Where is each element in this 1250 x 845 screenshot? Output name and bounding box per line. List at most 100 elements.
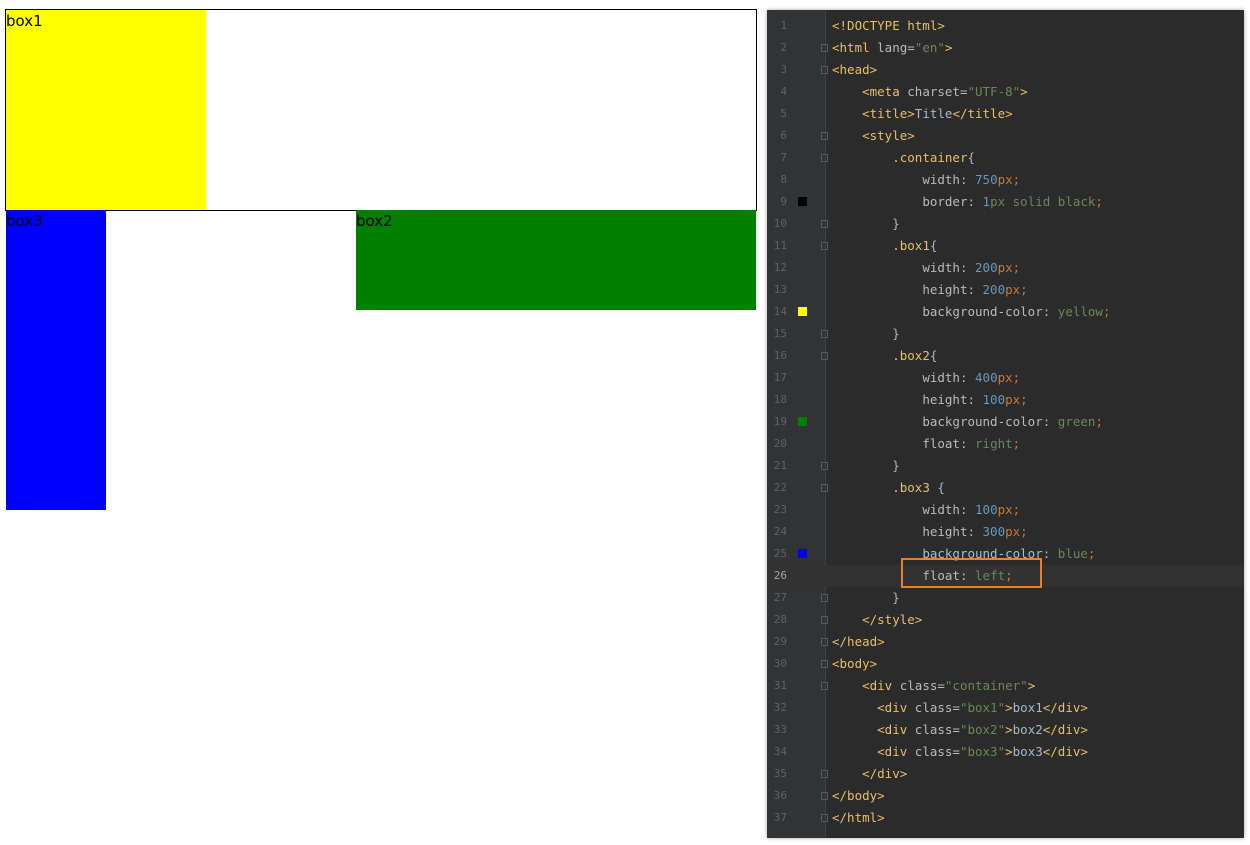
code-line[interactable]: 1 <!DOCTYPE html> bbox=[767, 15, 1244, 37]
code-line[interactable]: 31 <div class="container"> bbox=[767, 675, 1244, 697]
fold-marker-icon[interactable] bbox=[821, 66, 828, 74]
code-token: charset= bbox=[907, 84, 968, 99]
fold-marker-icon[interactable] bbox=[821, 462, 828, 470]
code-text: <meta charset="UTF-8"> bbox=[832, 81, 1028, 103]
code-token: box1 bbox=[1012, 700, 1043, 715]
code-text: <div class="box1">box1</div> bbox=[832, 697, 1088, 719]
code-line[interactable]: 12 width: 200px; bbox=[767, 257, 1244, 279]
highlight-annotation bbox=[901, 558, 1042, 588]
line-number: 23 bbox=[773, 503, 787, 516]
code-token: : bbox=[967, 392, 983, 407]
fold-marker-icon[interactable] bbox=[821, 638, 828, 646]
fold-marker-icon[interactable] bbox=[821, 242, 828, 250]
code-token: } bbox=[832, 590, 900, 605]
code-line[interactable]: 22 .box3 { bbox=[767, 477, 1244, 499]
line-number: 8 bbox=[780, 173, 787, 186]
code-line[interactable]: 35 </div> bbox=[767, 763, 1244, 785]
code-token: <html bbox=[832, 40, 878, 55]
code-line[interactable]: 24 height: 300px; bbox=[767, 521, 1244, 543]
code-editor[interactable]: 1 <!DOCTYPE html> 2 <html lang="en"> 3 <head>… bbox=[767, 10, 1244, 838]
code-line[interactable]: 8 width: 750px; bbox=[767, 169, 1244, 191]
code-line[interactable]: 27 } bbox=[767, 587, 1244, 609]
code-token: "UTF-8" bbox=[967, 84, 1021, 99]
color-swatch-icon[interactable] bbox=[798, 549, 807, 558]
code-line[interactable]: 37 </html> bbox=[767, 807, 1244, 829]
fold-marker-icon[interactable] bbox=[821, 352, 828, 360]
code-line[interactable]: 23 width: 100px; bbox=[767, 499, 1244, 521]
code-line[interactable]: 5 <title>Title</title> bbox=[767, 103, 1244, 125]
code-token: > bbox=[944, 40, 953, 55]
fold-marker-icon[interactable] bbox=[821, 44, 828, 52]
fold-marker-icon[interactable] bbox=[821, 660, 828, 668]
code-line[interactable]: 2 <html lang="en"> bbox=[767, 37, 1244, 59]
code-token: <title> bbox=[862, 106, 915, 121]
code-line[interactable]: 7 .container{ bbox=[767, 147, 1244, 169]
fold-marker-icon[interactable] bbox=[821, 220, 828, 228]
code-token: <div bbox=[877, 700, 915, 715]
code-token: > bbox=[1005, 744, 1013, 759]
line-number: 19 bbox=[773, 415, 787, 428]
fold-marker-icon[interactable] bbox=[821, 814, 828, 822]
color-swatch-icon[interactable] bbox=[798, 197, 807, 206]
code-token: : bbox=[967, 194, 983, 209]
line-number: 9 bbox=[780, 195, 787, 208]
code-token: Title bbox=[914, 106, 953, 121]
fold-marker-icon[interactable] bbox=[821, 792, 828, 800]
code-line[interactable]: 18 height: 100px; bbox=[767, 389, 1244, 411]
code-line[interactable]: 10 } bbox=[767, 213, 1244, 235]
code-line[interactable]: 4 <meta charset="UTF-8"> bbox=[767, 81, 1244, 103]
line-number: 18 bbox=[773, 393, 787, 406]
fold-marker-icon[interactable] bbox=[821, 132, 828, 140]
code-token: .container bbox=[892, 150, 968, 165]
code-token: : bbox=[1042, 546, 1058, 561]
code-line[interactable]: 32 <div class="box1">box1</div> bbox=[767, 697, 1244, 719]
code-line[interactable]: 3 <head> bbox=[767, 59, 1244, 81]
fold-marker-icon[interactable] bbox=[821, 616, 828, 624]
code-line[interactable]: 30 <body> bbox=[767, 653, 1244, 675]
code-token: </body> bbox=[832, 788, 885, 803]
line-number: 35 bbox=[773, 767, 787, 780]
code-line[interactable]: 17 width: 400px; bbox=[767, 367, 1244, 389]
fold-marker-icon[interactable] bbox=[821, 682, 828, 690]
code-line[interactable]: 33 <div class="box2">box2</div> bbox=[767, 719, 1244, 741]
code-text: background-color: green; bbox=[832, 411, 1103, 433]
code-line[interactable]: 29 </head> bbox=[767, 631, 1244, 653]
fold-marker-icon[interactable] bbox=[821, 154, 828, 162]
code-line[interactable]: 6 <style> bbox=[767, 125, 1244, 147]
fold-marker-icon[interactable] bbox=[821, 484, 828, 492]
code-line[interactable]: 15 } bbox=[767, 323, 1244, 345]
code-line[interactable]: 19 background-color: green; bbox=[767, 411, 1244, 433]
code-line[interactable]: 28 </style> bbox=[767, 609, 1244, 631]
code-line[interactable]: 11 .box1{ bbox=[767, 235, 1244, 257]
code-token: .box1 bbox=[892, 238, 930, 253]
fold-marker-icon[interactable] bbox=[821, 594, 828, 602]
fold-marker-icon[interactable] bbox=[821, 330, 828, 338]
code-line[interactable]: 13 height: 200px; bbox=[767, 279, 1244, 301]
code-line[interactable]: 21 } bbox=[767, 455, 1244, 477]
code-line[interactable]: 16 .box2{ bbox=[767, 345, 1244, 367]
color-swatch-icon[interactable] bbox=[798, 307, 807, 316]
code-token: .box3 bbox=[892, 480, 938, 495]
code-line[interactable]: 20 float: right; bbox=[767, 433, 1244, 455]
code-line[interactable]: 36 </body> bbox=[767, 785, 1244, 807]
code-token: <!DOCTYPE html> bbox=[832, 18, 945, 33]
code-text: </div> bbox=[832, 763, 907, 785]
fold-marker-icon[interactable] bbox=[821, 770, 828, 778]
color-swatch-icon[interactable] bbox=[798, 417, 807, 426]
box1: box1 bbox=[6, 10, 206, 210]
line-number: 3 bbox=[780, 63, 787, 76]
code-token: : bbox=[1042, 414, 1058, 429]
code-text: .box3 { bbox=[832, 477, 945, 499]
line-number: 27 bbox=[773, 591, 787, 604]
code-line[interactable]: 9 border: 1px solid black; bbox=[767, 191, 1244, 213]
code-line[interactable]: 14 background-color: yellow; bbox=[767, 301, 1244, 323]
code-line[interactable]: 34 <div class="box3">box3</div> bbox=[767, 741, 1244, 763]
code-token: width bbox=[922, 172, 960, 187]
